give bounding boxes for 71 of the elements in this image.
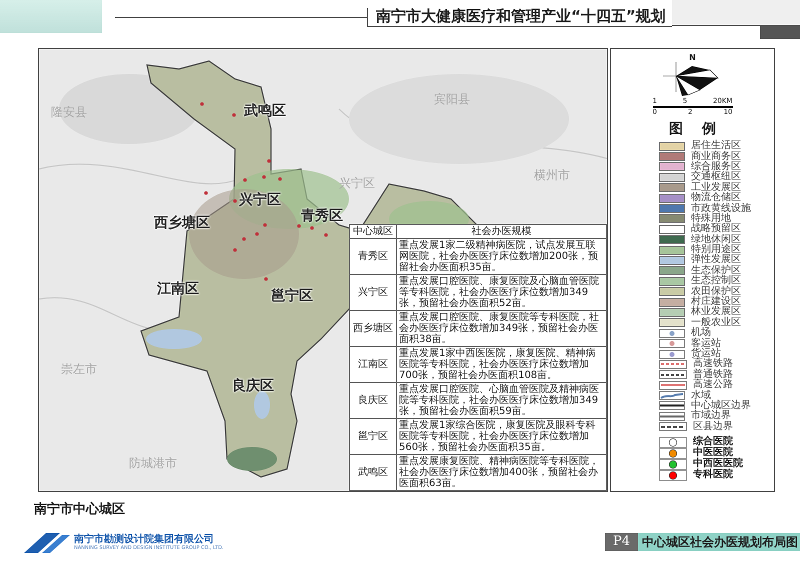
place-label: 横州市: [534, 167, 570, 184]
legend-label: 中心城区边界: [691, 400, 751, 411]
legend-label: 市域边界: [691, 411, 731, 422]
hospital-marker-icon: [659, 448, 687, 459]
table-cell: 良庆区: [350, 382, 396, 418]
legend-label: 农田保护区: [691, 286, 741, 297]
legend-label: 区县边界: [693, 422, 733, 432]
table-cell: 青秀区: [350, 238, 396, 274]
legend-label: 中医医院: [693, 448, 733, 458]
table-cell: 西乡塘区: [350, 310, 396, 346]
station-icon: [659, 339, 685, 348]
legend-label: 专科医院: [693, 470, 733, 480]
north-label: N: [689, 53, 696, 62]
legend-label: 一般农业区: [691, 318, 741, 328]
legend-label: 生态保护区: [691, 266, 741, 276]
place-label: 防城港市: [129, 455, 177, 472]
column-header: 中心城区: [350, 224, 396, 238]
legend-label: 水域: [691, 390, 711, 401]
document-title: 南宁市大健康医疗和管理产业“十四五”规划: [367, 8, 672, 27]
legend-label: 林业发展区: [691, 307, 741, 318]
hospital-marker-icon: [659, 458, 687, 470]
page-number: P4: [604, 533, 638, 551]
legend-label: 弹性发展区: [691, 255, 741, 266]
legend-label: 中西医医院: [693, 459, 743, 470]
hospital-marker-icon: [659, 436, 687, 448]
legend-label: 综合医院: [693, 437, 733, 448]
legend-label: 商业商务区: [691, 152, 741, 162]
legend-label: 交通枢纽区: [691, 172, 741, 182]
company-name: 南宁市勘测设计院集团有限公司: [74, 534, 215, 544]
column-header: 社会办医规模: [396, 224, 606, 238]
legend-label: 货运站: [691, 349, 721, 359]
table-cell: 重点发展1家中西医医院，康复医院、精神病医院等专科医院，社会办医医疗床位数增加700张，预留社会办医面积108亩。: [396, 346, 606, 382]
legend-label: 特殊用地: [691, 214, 731, 224]
station-icon: [659, 328, 685, 338]
table-cell: 重点发展1家综合医院，康复医院及眼科专科医院等专科医院，社会办医医疗床位数增加560张，预留社会办医面积35亩。: [396, 418, 606, 454]
district-label: 兴宁区: [239, 191, 281, 209]
legend-label: 普通铁路: [693, 370, 733, 380]
map-caption: 南宁市中心城区: [34, 502, 125, 517]
legend-label: 物流仓储区: [691, 193, 741, 204]
table-cell: 重点发展口腔医院、康复医院及心脑血管医院等专科医院，社会办医医疗床位数增加349张，预留社会办医面积52亩。: [396, 274, 606, 310]
district-label: 邕宁区: [271, 287, 313, 305]
legend-label: 高速铁路: [693, 359, 733, 370]
table-cell: 邕宁区: [350, 418, 396, 454]
table-cell: 兴宁区: [350, 274, 396, 310]
legend-label: 居住生活区: [691, 141, 741, 152]
legend-label: 战略预留区: [691, 224, 741, 234]
legend-label: 客运站: [691, 338, 721, 349]
district-label: 良庆区: [232, 377, 274, 395]
legend-label: 机场: [691, 328, 711, 338]
legend-label: 工业发展区: [691, 182, 741, 193]
table-cell: 武鸣区: [350, 454, 396, 490]
company-logo-icon: [24, 531, 70, 553]
table-cell: 重点发展口腔医院、康复医院等专科医院，社会办医医疗床位数增加349张，预留社会办医面积38亩。: [396, 310, 606, 346]
page-title: 中心城区社会办医规划布局图: [638, 533, 800, 551]
corner-block: [760, 25, 800, 39]
legend-title: 图 例: [669, 120, 716, 138]
legend-label: 生态控制区: [691, 276, 741, 286]
legend-label: 市政黄线设施: [691, 204, 751, 214]
legend-label: 绿地休闲区: [691, 234, 741, 245]
legend-label: 综合服务区: [691, 162, 741, 172]
district-label: 西乡塘区: [154, 214, 210, 232]
table-cell: 重点发展1家二级精神病医院，试点发展互联网医院，社会办医医疗床位数增加200张，预留社会办医面积35亩。: [396, 238, 606, 274]
place-label: 崇左市: [61, 361, 97, 378]
district-label: 青秀区: [301, 207, 343, 225]
place-label: 兴宁区: [339, 175, 375, 192]
hospital-marker-icon: [659, 470, 687, 481]
table-cell: 重点发展口腔医院、心脑血管医院及精神病医院等专科医院，社会办医医疗床位数增加349张，预留社会办医面积59亩。: [396, 382, 606, 418]
legend-label: 高速公路: [693, 380, 733, 390]
station-icon: [659, 350, 685, 358]
table-cell: 江南区: [350, 346, 396, 382]
table-cell: 重点发展康复医院、精神病医院等专科医院，社会办医医疗床位数增加400张，预留社会办医面积63亩。: [396, 454, 606, 490]
